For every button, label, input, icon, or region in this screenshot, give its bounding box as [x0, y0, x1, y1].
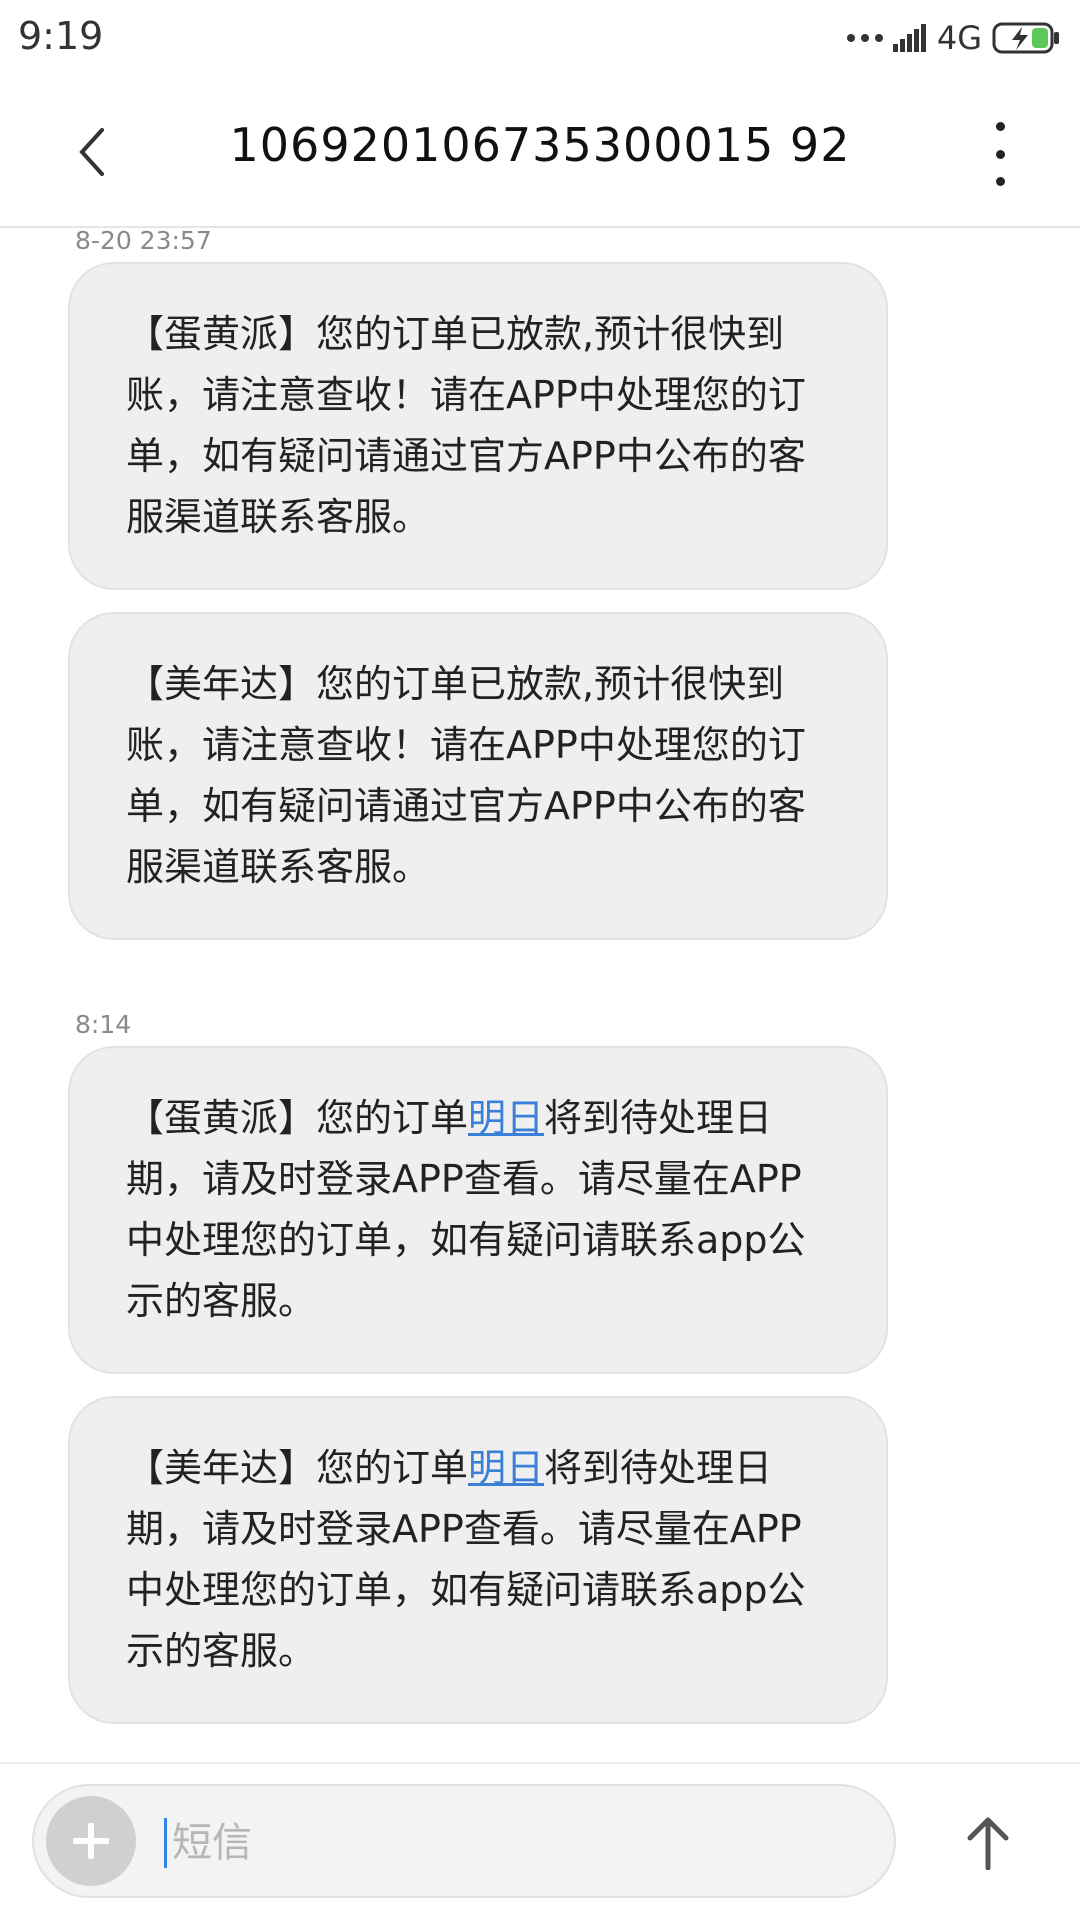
message-timestamp: 8:14	[75, 1010, 132, 1039]
text-cursor	[164, 1818, 167, 1868]
message-input-container[interactable]	[32, 1784, 896, 1898]
signal-icon	[892, 24, 926, 52]
plus-icon	[73, 1823, 109, 1859]
date-link[interactable]: 明日	[468, 1446, 544, 1490]
message-list[interactable]: 8-20 23:57 【蛋黄派】您的订单已放款,预计很快到账，请注意查收！请在A…	[0, 226, 1080, 1762]
message-text: 【蛋黄派】您的订单已放款,预计很快到账，请注意查收！请在APP中处理您的订单，如…	[126, 312, 806, 539]
send-button[interactable]	[950, 1804, 1026, 1880]
battery-charging-icon	[992, 22, 1059, 54]
message-bubble[interactable]: 【蛋黄派】您的订单已放款,预计很快到账，请注意查收！请在APP中处理您的订单，如…	[68, 262, 888, 590]
notification-dots-icon	[846, 34, 883, 42]
back-button[interactable]	[52, 112, 132, 192]
network-type: 4G	[936, 19, 982, 57]
status-time: 9:19	[18, 14, 104, 58]
more-options-button[interactable]	[980, 122, 1020, 186]
page-title: 106920106735300015 92	[229, 118, 851, 172]
message-text: 【美年达】您的订单已放款,预计很快到账，请注意查收！请在APP中处理您的订单，如…	[126, 662, 806, 889]
sms-input[interactable]	[170, 1812, 774, 1874]
message-bubble[interactable]: 【蛋黄派】您的订单明日将到待处理日期，请及时登录APP查看。请尽量在APP中处理…	[68, 1046, 888, 1374]
status-icons: 4G	[846, 16, 1062, 60]
more-vertical-icon	[995, 122, 1005, 131]
date-link[interactable]: 明日	[468, 1096, 544, 1140]
composer-bar	[0, 1762, 1080, 1922]
message-text-prefix: 【蛋黄派】您的订单	[126, 1096, 469, 1140]
add-attachment-button[interactable]	[46, 1796, 136, 1886]
message-text-prefix: 【美年达】您的订单	[126, 1446, 469, 1490]
message-bubble[interactable]: 【美年达】您的订单已放款,预计很快到账，请注意查收！请在APP中处理您的订单，如…	[68, 612, 888, 940]
message-timestamp: 8-20 23:57	[75, 226, 212, 255]
conversation-header: 106920106735300015 92	[0, 78, 1080, 228]
arrow-up-icon	[967, 1817, 1009, 1870]
message-bubble[interactable]: 【美年达】您的订单明日将到待处理日期，请及时登录APP查看。请尽量在APP中处理…	[68, 1396, 888, 1724]
chevron-left-icon	[79, 128, 104, 176]
status-bar: 9:19 4G	[0, 0, 1080, 78]
